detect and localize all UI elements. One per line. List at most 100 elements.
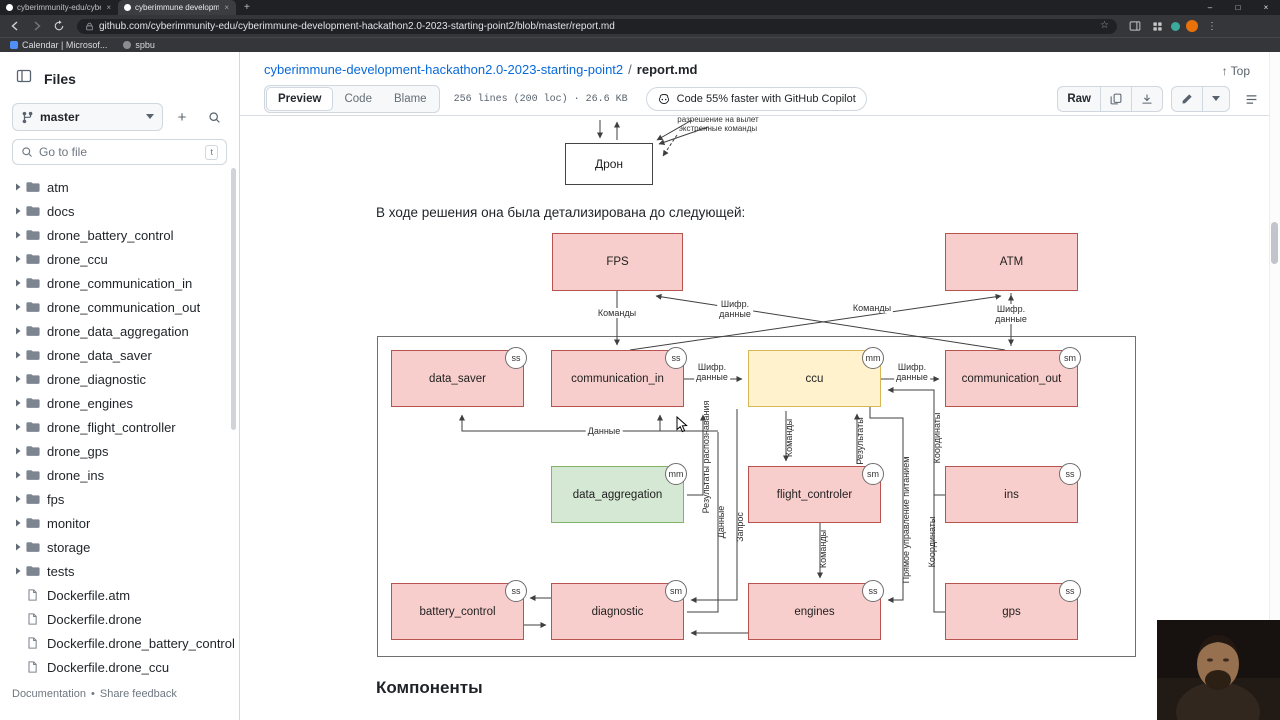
edge-label: Результаты: [855, 417, 865, 465]
git-branch-icon: [22, 111, 33, 123]
chevron-right-icon: [10, 279, 26, 287]
tree-folder-drone_flight_controller[interactable]: drone_flight_controller: [0, 415, 239, 439]
node-label: data_aggregation: [572, 488, 663, 501]
diagram-node-engines: engines ss: [748, 580, 884, 640]
new-tab-button[interactable]: +: [236, 0, 258, 15]
tree-folder-drone_communication_out[interactable]: drone_communication_out: [0, 295, 239, 319]
chevron-right-icon: [10, 255, 26, 263]
tree-folder-drone_gps[interactable]: drone_gps: [0, 439, 239, 463]
side-panel-icon[interactable]: [1127, 18, 1143, 34]
markdown-preview: FPS ATM data_saver ss communication_in ss ccu m…: [240, 52, 1280, 720]
github-sidebar: Files master + t atm docs drone_battery_co…: [0, 52, 240, 720]
tree-item-label: drone_flight_controller: [47, 419, 176, 435]
browser-tab-2[interactable]: cyberimmune development-h... ×: [118, 0, 236, 15]
browser-tab-1[interactable]: cyberimmunity-edu/cyberimm... ×: [0, 0, 118, 15]
folder-icon: [26, 444, 47, 458]
tree-folder-drone_data_saver[interactable]: drone_data_saver: [0, 343, 239, 367]
node-badge: sm: [1059, 347, 1081, 369]
download-icon: [1142, 94, 1152, 104]
copilot-banner[interactable]: Code 55% faster with GitHub Copilot: [645, 87, 867, 111]
folder-icon: [26, 252, 47, 266]
outline-button[interactable]: [1238, 86, 1264, 112]
file-icon: [26, 588, 47, 602]
go-to-file-box[interactable]: t: [12, 139, 227, 165]
tree-folder-drone_communication_in[interactable]: drone_communication_in: [0, 271, 239, 295]
bookmark-item[interactable]: spbu: [123, 40, 155, 50]
branch-selector[interactable]: master: [12, 103, 163, 131]
search-button[interactable]: [201, 104, 227, 130]
tab-preview[interactable]: Preview: [266, 87, 334, 111]
tree-folder-drone_engines[interactable]: drone_engines: [0, 391, 239, 415]
close-button[interactable]: ×: [1252, 3, 1280, 12]
tree-file-Dockerfile.drone_ccu[interactable]: Dockerfile.drone_ccu: [0, 655, 239, 679]
diagram-node-ATM: ATM: [945, 233, 1078, 291]
edit-button[interactable]: [1172, 87, 1202, 111]
maximize-button[interactable]: □: [1224, 3, 1252, 12]
edge-label: Прямое управление питанием: [901, 456, 911, 584]
folder-icon: [26, 516, 47, 530]
tree-folder-tests[interactable]: tests: [0, 559, 239, 583]
chevron-right-icon: [10, 207, 26, 215]
back-to-top-link[interactable]: ↑ Top: [1222, 64, 1250, 78]
tab-close-icon[interactable]: ×: [223, 3, 230, 12]
documentation-link[interactable]: Documentation: [12, 688, 86, 700]
edge-label: Шифр. данные: [894, 362, 930, 382]
url-bar[interactable]: github.com/cyberimmunity-edu/cyberimmune…: [77, 18, 1117, 34]
tree-folder-drone_ins[interactable]: drone_ins: [0, 463, 239, 487]
extensions-icon[interactable]: [1149, 18, 1165, 34]
tree-folder-drone_diagnostic[interactable]: drone_diagnostic: [0, 367, 239, 391]
bookmark-item[interactable]: Calendar | Microsof...: [10, 40, 107, 50]
outline-icon: [1246, 94, 1256, 104]
extension-icon[interactable]: [1171, 21, 1180, 31]
folder-icon: [26, 564, 47, 578]
raw-button[interactable]: Raw: [1058, 87, 1100, 111]
copy-icon: [1110, 93, 1122, 105]
browser-menu-icon[interactable]: ⋮: [1204, 21, 1220, 32]
tree-folder-fps[interactable]: fps: [0, 487, 239, 511]
tree-folder-drone_battery_control[interactable]: drone_battery_control: [0, 223, 239, 247]
node-badge: ss: [665, 347, 687, 369]
tree-file-Dockerfile.drone_battery_control[interactable]: Dockerfile.drone_battery_control: [0, 631, 239, 655]
tree-folder-storage[interactable]: storage: [0, 535, 239, 559]
chevron-down-icon: [1212, 96, 1220, 101]
tree-folder-docs[interactable]: docs: [0, 199, 239, 223]
tree-scrollbar[interactable]: [231, 168, 236, 430]
tab-blame[interactable]: Blame: [383, 87, 438, 111]
tree-folder-atm[interactable]: atm: [0, 175, 239, 199]
minimize-button[interactable]: –: [1196, 3, 1224, 12]
breadcrumb-repo-link[interactable]: cyberimmune-development-hackathon2.0-202…: [264, 62, 623, 77]
tree-folder-drone_ccu[interactable]: drone_ccu: [0, 247, 239, 271]
chevron-right-icon: [10, 231, 26, 239]
back-button[interactable]: [7, 18, 23, 34]
reload-button[interactable]: [51, 18, 67, 34]
tree-file-Dockerfile.drone[interactable]: Dockerfile.drone: [0, 607, 239, 631]
profile-avatar[interactable]: [1186, 20, 1198, 32]
go-to-file-input[interactable]: [39, 145, 200, 159]
tab-code[interactable]: Code: [333, 87, 383, 111]
tree-item-label: tests: [47, 563, 75, 579]
add-file-button[interactable]: +: [169, 104, 195, 130]
share-feedback-link[interactable]: Share feedback: [100, 688, 177, 700]
node-label: gps: [1002, 605, 1021, 618]
github-main: FPS ATM data_saver ss communication_in ss ccu m…: [240, 52, 1280, 720]
forward-button[interactable]: [29, 18, 45, 34]
bookmark-star-icon[interactable]: ☆: [1100, 21, 1109, 31]
copy-button[interactable]: [1100, 87, 1131, 111]
breadcrumb: cyberimmune-development-hackathon2.0-202…: [264, 62, 698, 77]
collapse-sidebar-icon[interactable]: [16, 68, 32, 89]
edge-label: Шифр. данные: [694, 362, 730, 382]
download-button[interactable]: [1131, 87, 1162, 111]
folder-icon: [26, 324, 47, 338]
bookmarks-bar: Calendar | Microsof... spbu: [0, 37, 1280, 52]
node-label: battery_control: [419, 605, 496, 618]
tree-file-Dockerfile.atm[interactable]: Dockerfile.atm: [0, 583, 239, 607]
node-badge: mm: [862, 347, 884, 369]
edge-label: Данные: [716, 505, 726, 539]
bookmark-favicon: [10, 41, 18, 49]
chevron-right-icon: [10, 303, 26, 311]
tab-close-icon[interactable]: ×: [105, 3, 112, 12]
edit-dropdown-button[interactable]: [1202, 87, 1229, 111]
tree-folder-drone_data_aggregation[interactable]: drone_data_aggregation: [0, 319, 239, 343]
tree-folder-monitor[interactable]: monitor: [0, 511, 239, 535]
page-scrollbar-thumb[interactable]: [1271, 222, 1278, 264]
